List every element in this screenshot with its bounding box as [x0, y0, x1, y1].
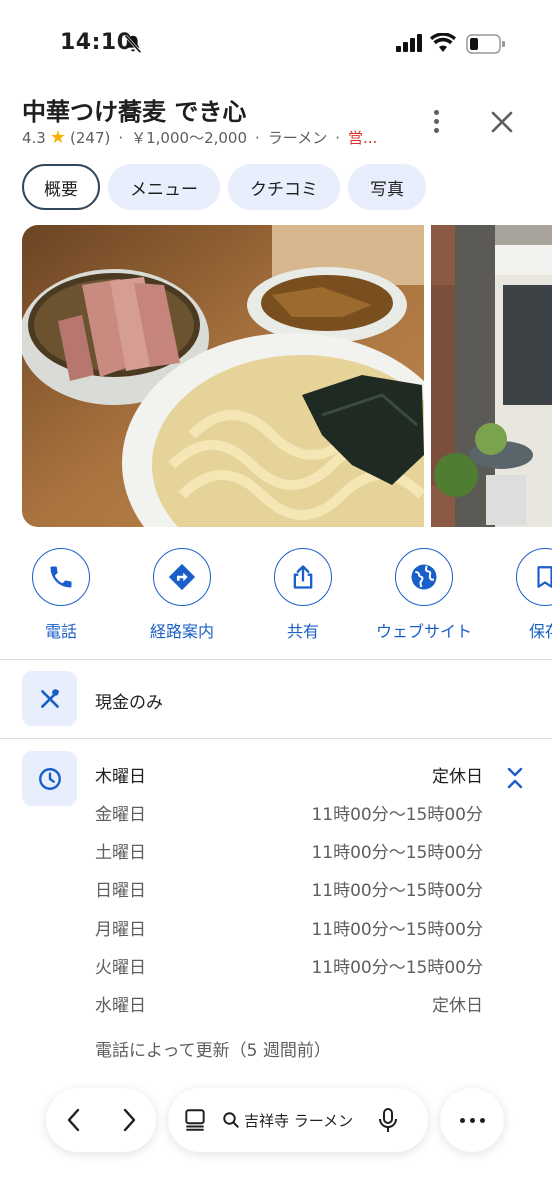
- call-button[interactable]: 電話: [1, 548, 121, 642]
- directions-button[interactable]: 経路案内: [122, 548, 242, 642]
- place-title: 中華つけ蕎麦 でき心: [22, 98, 247, 126]
- battery-icon: [466, 34, 505, 54]
- category: ラーメン: [267, 129, 328, 147]
- website-button-circle: [395, 548, 453, 606]
- price-range: ￥1,000〜2,000: [131, 129, 248, 147]
- separator-dot: ·: [118, 128, 124, 147]
- rating-value: 4.3: [22, 128, 46, 147]
- search-query: 吉祥寺 ラーメン: [244, 1111, 354, 1130]
- hours-row-today: 木曜日 定休日: [95, 762, 483, 787]
- hours-day: 月曜日: [95, 920, 146, 940]
- tab-overview[interactable]: 概要: [22, 164, 100, 210]
- phone-icon: [50, 566, 72, 588]
- share-button-circle: [274, 548, 332, 606]
- hours-time: 11時00分〜15時00分: [311, 843, 483, 863]
- hours-time: 11時00分〜15時00分: [311, 958, 483, 978]
- divider: [0, 659, 552, 660]
- clock-icon-tile: [22, 751, 77, 806]
- review-count[interactable]: (247): [70, 129, 110, 147]
- hours-day: 火曜日: [95, 958, 146, 978]
- website-label: ウェブサイト: [375, 622, 472, 641]
- directions-label: 経路案内: [149, 622, 214, 641]
- call-button-circle: [32, 548, 90, 606]
- hours-time: 11時00分〜15時00分: [311, 805, 483, 825]
- hours-day: 水曜日: [95, 996, 146, 1016]
- storefront-photo[interactable]: [431, 225, 552, 527]
- directions-button-circle: [153, 548, 211, 606]
- payment-info: 現金のみ: [95, 693, 163, 713]
- hours-time: 定休日: [432, 996, 483, 1016]
- separator-dot: ·: [335, 128, 340, 147]
- hours-row: 月曜日 11時00分〜15時00分: [95, 915, 483, 940]
- hours-day: 土曜日: [95, 843, 146, 863]
- star-icon: ★: [49, 127, 66, 148]
- globe-icon: [411, 564, 437, 590]
- hours-row: 水曜日 定休日: [95, 991, 483, 1016]
- fork-knife-icon: [40, 688, 59, 708]
- hours-time: 11時00分〜15時00分: [311, 920, 483, 940]
- browser-menu-button[interactable]: [440, 1088, 504, 1152]
- hours-updated-note: 電話によって更新（5 週間前）: [95, 1041, 331, 1061]
- share-icon: [293, 565, 313, 589]
- address-bar[interactable]: 吉祥寺 ラーメン: [168, 1088, 428, 1152]
- microphone-icon[interactable]: [376, 1106, 400, 1134]
- hours-day: 金曜日: [95, 805, 146, 825]
- restaurant-icon-tile: [22, 671, 77, 726]
- storefront-image: [431, 225, 552, 527]
- tab-menu[interactable]: メニュー: [108, 164, 220, 210]
- bell-muted-icon: [124, 34, 142, 54]
- divider: [0, 738, 552, 739]
- open-status: 営...: [347, 129, 378, 147]
- hours-day: 木曜日: [95, 767, 146, 787]
- call-label: 電話: [44, 622, 77, 641]
- separator-dot: ·: [255, 128, 260, 147]
- hours-row: 火曜日 11時00分〜15時00分: [95, 953, 483, 978]
- menu-dot-icon: [459, 1117, 465, 1123]
- more-dot-icon: [433, 118, 439, 124]
- directions-icon: [168, 563, 196, 591]
- action-buttons: 電話 経路案内 共有 ウェブサイト 保: [0, 548, 552, 644]
- bookmark-icon: [537, 566, 552, 588]
- hours-row: 日曜日 11時00分〜15時00分: [95, 876, 483, 901]
- forward-arrow-icon[interactable]: [116, 1105, 142, 1135]
- back-arrow-icon[interactable]: [61, 1105, 87, 1135]
- hours-time: 11時00分〜15時00分: [311, 881, 483, 901]
- hours-day: 日曜日: [95, 881, 146, 901]
- hours-row: 金曜日 11時00分〜15時00分: [95, 800, 483, 825]
- tab-photos[interactable]: 写真: [348, 164, 426, 210]
- share-label: 共有: [286, 622, 319, 641]
- website-button[interactable]: ウェブサイト: [364, 548, 484, 642]
- tabs-overview-icon[interactable]: [182, 1107, 208, 1133]
- menu-dot-icon: [469, 1117, 475, 1123]
- clock-icon: [38, 767, 61, 790]
- hours-time: 定休日: [432, 767, 483, 787]
- collapse-hours-icon[interactable]: [502, 763, 528, 793]
- food-photo[interactable]: [22, 225, 424, 527]
- save-button[interactable]: 保存: [485, 548, 552, 642]
- tsukesoba-image: [22, 225, 424, 527]
- save-button-circle: [516, 548, 552, 606]
- place-summary: 4.3 ★ (247) · ￥1,000〜2,000 · ラーメン · 営...: [22, 127, 377, 148]
- more-dot-icon: [433, 127, 439, 133]
- search-icon: [223, 1112, 239, 1128]
- signal-icon: [396, 34, 422, 52]
- hours-row: 土曜日 11時00分〜15時00分: [95, 838, 483, 863]
- more-options-button[interactable]: [420, 104, 452, 138]
- tab-bar: 概要 メニュー クチコミ 写真: [22, 164, 426, 210]
- share-button[interactable]: 共有: [243, 548, 363, 642]
- more-dot-icon: [433, 109, 439, 115]
- status-bar: 14:10: [0, 0, 552, 90]
- tab-reviews[interactable]: クチコミ: [228, 164, 340, 210]
- save-label: 保存: [528, 622, 552, 641]
- close-icon[interactable]: [484, 104, 520, 140]
- wifi-icon: [430, 33, 456, 52]
- menu-dot-icon: [479, 1117, 485, 1123]
- browser-nav: [46, 1088, 156, 1152]
